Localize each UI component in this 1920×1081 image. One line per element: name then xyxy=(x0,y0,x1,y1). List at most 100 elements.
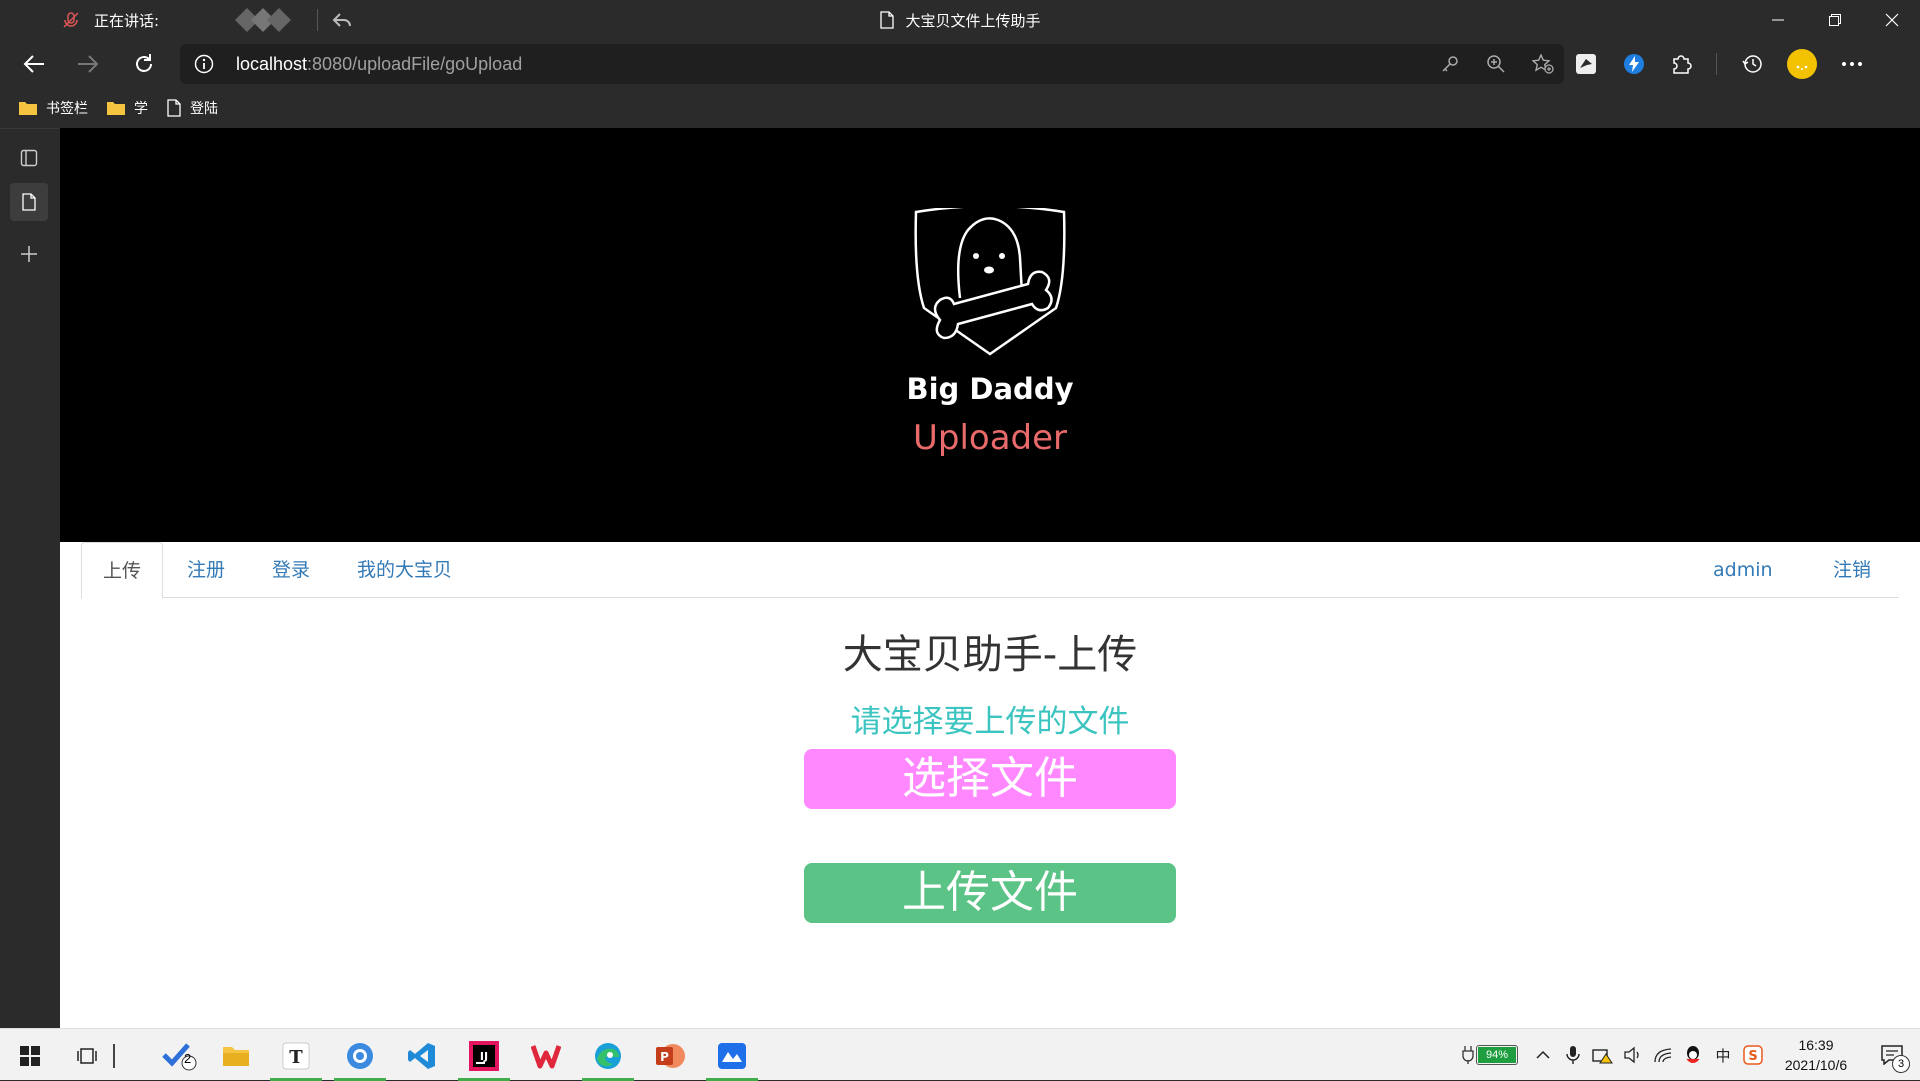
bookmark-folder-study[interactable]: 学 xyxy=(106,98,148,118)
speaking-label: 正在讲话: xyxy=(94,11,160,30)
notification-badge: 3 xyxy=(1892,1055,1910,1073)
battery-level: 94% xyxy=(1478,1047,1516,1063)
search-app-button[interactable] xyxy=(334,1035,386,1081)
new-tab-button[interactable] xyxy=(10,235,48,273)
url-path: :8080/uploadFile/goUpload xyxy=(307,54,523,74)
powerpoint-button[interactable]: P xyxy=(644,1035,696,1077)
title-bar: 正在讲话: 大宝贝文件上传助手 xyxy=(0,0,1920,40)
typora-button[interactable]: T xyxy=(270,1035,322,1081)
active-tab-button[interactable] xyxy=(10,183,48,221)
brand-subtitle: Uploader xyxy=(912,418,1068,458)
info-icon[interactable] xyxy=(194,54,214,74)
diamond-logo-icon xyxy=(235,8,292,32)
title-bar-left: 正在讲话: xyxy=(62,0,352,40)
arrow-right-icon xyxy=(78,55,99,73)
notification-center-button[interactable]: 3 xyxy=(1864,1029,1920,1081)
window-title-text: 大宝贝文件上传助手 xyxy=(905,11,1041,30)
extensions-puzzle-icon[interactable] xyxy=(1670,53,1692,75)
battery-indicator[interactable]: 94% xyxy=(1462,1045,1518,1065)
powerpoint-icon: P xyxy=(656,1044,685,1068)
todo-check-icon xyxy=(162,1043,197,1071)
network-warning-icon[interactable] xyxy=(1588,1029,1618,1081)
start-button[interactable] xyxy=(4,1035,56,1077)
microphone-icon[interactable] xyxy=(1558,1029,1588,1081)
divider xyxy=(317,9,319,31)
clock[interactable]: 16:39 2021/10/6 xyxy=(1768,1035,1864,1075)
history-icon[interactable] xyxy=(1741,53,1763,75)
bookmark-label: 书签栏 xyxy=(46,101,88,117)
page-icon xyxy=(880,11,895,29)
window-controls xyxy=(1749,0,1920,40)
volume-icon[interactable] xyxy=(1618,1029,1648,1081)
bookmark-login[interactable]: 登陆 xyxy=(166,98,218,118)
tab-actions-button[interactable] xyxy=(10,139,48,177)
logout-link[interactable]: 注销 xyxy=(1812,542,1892,598)
back-button[interactable] xyxy=(16,46,52,82)
wps-button[interactable] xyxy=(520,1035,572,1077)
key-icon[interactable] xyxy=(1440,54,1460,74)
svg-text:S: S xyxy=(1748,1049,1757,1064)
upload-prompt: 请选择要上传的文件 xyxy=(850,704,1130,740)
vscode-button[interactable] xyxy=(396,1035,448,1077)
extension-bolt-icon[interactable] xyxy=(1622,52,1646,76)
chevron-up-icon xyxy=(1536,1050,1550,1059)
intellij-icon: IJ xyxy=(469,1041,499,1071)
dog-bone-logo-icon xyxy=(914,208,1066,356)
minimize-icon xyxy=(1771,19,1784,21)
file-explorer-button[interactable] xyxy=(210,1035,262,1077)
zoom-icon[interactable] xyxy=(1486,54,1506,74)
address-bar[interactable]: localhost:8080/uploadFile/goUpload xyxy=(180,44,1564,84)
web-page: Big Daddy Uploader 上传 注册 登录 我的大宝贝 admin … xyxy=(60,128,1920,1028)
choose-file-button[interactable]: 选择文件 xyxy=(804,749,1176,809)
qq-icon[interactable] xyxy=(1678,1029,1708,1081)
arrow-left-icon xyxy=(23,55,44,73)
refresh-button[interactable] xyxy=(126,46,162,82)
todo-app-button[interactable]: 2 xyxy=(154,1035,206,1077)
show-hidden-icons-button[interactable] xyxy=(1528,1029,1558,1081)
user-link[interactable]: admin xyxy=(1692,542,1794,598)
restore-icon xyxy=(1828,14,1841,26)
battery-icon: 94% xyxy=(1476,1045,1518,1065)
url-text[interactable]: localhost:8080/uploadFile/goUpload xyxy=(236,44,522,84)
remote-meeting-button[interactable] xyxy=(706,1035,758,1081)
upload-file-button[interactable]: 上传文件 xyxy=(804,863,1176,923)
minimize-button[interactable] xyxy=(1749,0,1806,40)
navigation-toolbar: localhost:8080/uploadFile/goUpload xyxy=(0,40,1920,88)
extension-bird-icon[interactable] xyxy=(1574,52,1598,76)
taskbar-divider-icon xyxy=(104,1035,124,1077)
folder-icon xyxy=(19,102,37,115)
system-tray: 94% 中 S 16:39 2021/10/6 3 xyxy=(1462,1029,1920,1081)
back-arrow-icon[interactable] xyxy=(332,11,352,29)
tab-login[interactable]: 登录 xyxy=(251,542,331,598)
page-icon xyxy=(167,99,181,117)
bookmarks-bar: 书签栏 学 登陆 xyxy=(0,88,1920,128)
address-bar-actions xyxy=(1440,44,1554,84)
vertical-tabs-sidebar xyxy=(0,128,60,1028)
windows-icon xyxy=(20,1046,40,1066)
close-button[interactable] xyxy=(1863,0,1920,40)
edge-browser-button[interactable] xyxy=(582,1035,634,1081)
taskbar: 2 T IJ P 94% 中 S 16:39 2021/10/6 3 xyxy=(0,1028,1920,1081)
ime-indicator[interactable]: 中 xyxy=(1708,1029,1738,1081)
wifi-icon[interactable] xyxy=(1648,1029,1678,1081)
forward-button[interactable] xyxy=(70,46,106,82)
edge-icon xyxy=(595,1043,621,1069)
add-favorite-icon[interactable] xyxy=(1532,54,1554,74)
restore-button[interactable] xyxy=(1806,0,1863,40)
page-title: 大宝贝助手-上传 xyxy=(842,632,1138,678)
tab-register[interactable]: 注册 xyxy=(166,542,246,598)
more-options-icon[interactable] xyxy=(1841,61,1863,67)
muted-mic-icon[interactable] xyxy=(62,11,80,29)
tab-my-files[interactable]: 我的大宝贝 xyxy=(336,542,473,598)
page-icon xyxy=(22,193,36,211)
sogou-input-icon[interactable]: S xyxy=(1738,1029,1768,1081)
divider xyxy=(1716,53,1717,75)
profile-avatar[interactable] xyxy=(1787,49,1817,79)
browser-search-icon xyxy=(347,1043,373,1069)
folder-icon xyxy=(223,1047,249,1066)
tab-upload[interactable]: 上传 xyxy=(81,542,164,599)
extensions-toolbar xyxy=(1574,40,1863,88)
intellij-button[interactable]: IJ xyxy=(458,1035,510,1081)
typora-icon: T xyxy=(282,1042,310,1070)
bookmark-folder-bar[interactable]: 书签栏 xyxy=(18,98,88,118)
